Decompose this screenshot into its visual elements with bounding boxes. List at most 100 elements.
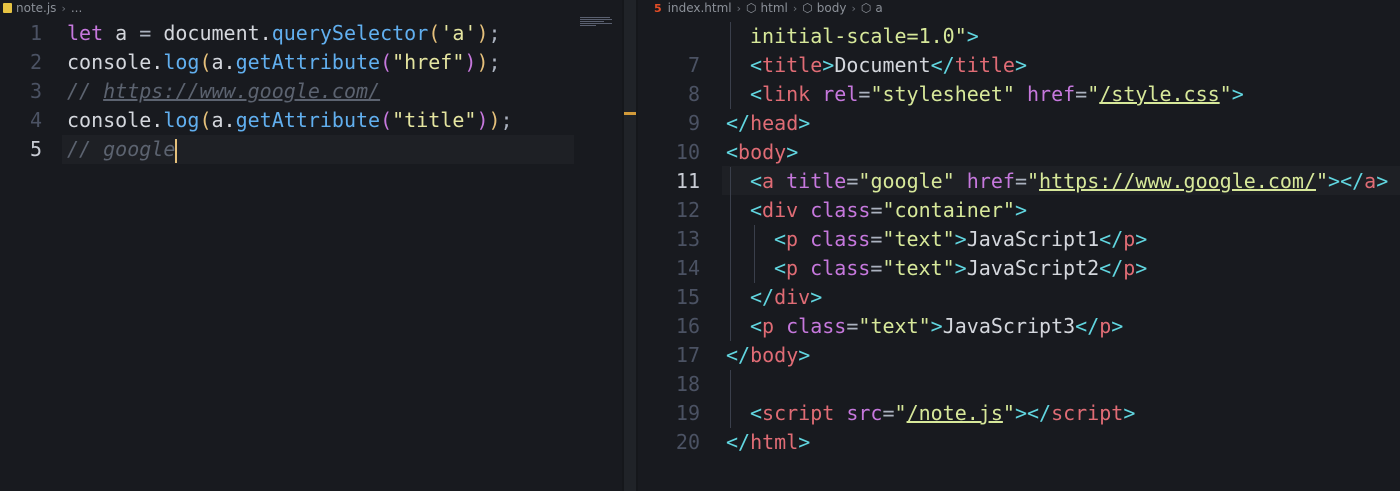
line-number: 5 <box>29 137 42 161</box>
code-token: ) <box>476 108 489 132</box>
code-token: "container" <box>882 198 1015 222</box>
left-editor-pane[interactable]: note.js › ... 1 let a = document.querySel… <box>0 0 622 491</box>
left-scrollbar[interactable] <box>624 0 636 491</box>
breadcrumb-file[interactable]: note.js <box>16 1 56 15</box>
indent-guide <box>730 167 731 341</box>
code-token: = <box>1014 169 1027 193</box>
chevron-right-icon: › <box>792 1 798 15</box>
code-text: <script src="/note.js"></script> <box>726 399 1135 428</box>
code-text: // https://www.google.com/ <box>67 77 380 106</box>
code-token: JavaScript1 <box>966 227 1100 251</box>
line-number: 8 <box>687 82 700 106</box>
code-token: " <box>1219 82 1232 106</box>
code-token: > <box>786 140 799 164</box>
code-token: </ <box>726 111 751 135</box>
code-token: > <box>1376 169 1389 193</box>
code-line[interactable]: 12 <div class="container"> <box>638 196 1400 225</box>
code-line[interactable]: 18 <box>638 370 1400 399</box>
line-number: 12 <box>675 198 700 222</box>
code-token: https://www.google.com/ <box>1039 169 1316 193</box>
html5-icon: 5 <box>654 1 662 15</box>
code-text: <a title="google" href="https://www.goog… <box>726 167 1388 196</box>
code-text: let a = document.querySelector('a'); <box>67 19 501 48</box>
code-line[interactable]: 13 <p class="text">JavaScript1</p> <box>638 225 1400 254</box>
code-token: " <box>1027 169 1040 193</box>
code-line[interactable]: 14 <p class="text">JavaScript2</p> <box>638 254 1400 283</box>
code-line[interactable]: 5 // google <box>0 135 622 164</box>
code-line[interactable]: 1 let a = document.querySelector('a'); <box>0 19 622 48</box>
code-token: " <box>894 401 907 425</box>
code-token: console. <box>67 108 164 132</box>
code-text: <p class="text">JavaScript2</p> <box>726 254 1147 283</box>
code-line[interactable]: 17 </body> <box>638 341 1400 370</box>
code-token: p <box>1099 314 1112 338</box>
code-token: </ <box>930 53 955 77</box>
code-line[interactable]: 19 <script src="/note.js"></script> <box>638 399 1400 428</box>
right-editor-pane[interactable]: 5 index.html › ⬡ html › ⬡ body › ⬡ a ini… <box>638 0 1400 491</box>
code-token: p <box>1123 256 1136 280</box>
breadcrumb-html[interactable]: html <box>761 1 788 15</box>
code-token: // <box>67 79 104 103</box>
code-line[interactable]: initial-scale=1.0"> <box>638 22 1400 51</box>
breadcrumb-body[interactable]: body <box>817 1 847 15</box>
code-line[interactable]: 8 <link rel="stylesheet" href="/style.css… <box>638 80 1400 109</box>
code-token: class <box>810 227 871 251</box>
code-line[interactable]: 7 <title>Document</title> <box>638 51 1400 80</box>
code-token: script <box>1051 401 1124 425</box>
code-line[interactable]: 16 <p class="text">JavaScript3</p> <box>638 312 1400 341</box>
code-token: < <box>750 53 763 77</box>
line-number: 14 <box>675 256 700 280</box>
code-token: < <box>750 314 763 338</box>
code-token: </ <box>1075 314 1100 338</box>
code-token: > <box>1014 53 1027 77</box>
element-icon: ⬡ <box>860 1 872 15</box>
breadcrumb-a[interactable]: a <box>875 1 882 15</box>
code-token: class <box>786 314 847 338</box>
code-token: = <box>846 169 859 193</box>
code-token: script <box>762 401 847 425</box>
code-token: = <box>846 314 859 338</box>
code-token: > <box>1231 82 1244 106</box>
code-token: /note.js <box>906 401 1003 425</box>
code-line[interactable]: 2 console.log(a.getAttribute("href")); <box>0 48 622 77</box>
code-token: "title" <box>392 108 477 132</box>
code-line[interactable]: 4 console.log(a.getAttribute("title")); <box>0 106 622 135</box>
code-token: href <box>1026 82 1076 106</box>
line-number: 9 <box>687 111 700 135</box>
indent-guide <box>730 22 731 109</box>
line-number: 11 <box>675 169 700 193</box>
code-line[interactable]: 9 </head> <box>638 109 1400 138</box>
code-token: document. <box>163 21 272 45</box>
breadcrumb-more[interactable]: ... <box>71 1 82 15</box>
breadcrumb-file[interactable]: index.html <box>668 1 732 15</box>
code-line[interactable]: 20 </html> <box>638 428 1400 457</box>
code-token: " <box>1002 401 1015 425</box>
line-number: 13 <box>675 227 700 251</box>
line-number: 3 <box>29 79 42 103</box>
code-token: a. <box>211 108 236 132</box>
code-token: > <box>966 24 979 48</box>
code-line[interactable]: 11 <a title="google" href="https://www.go… <box>638 167 1400 196</box>
code-token: class <box>810 198 871 222</box>
code-line[interactable]: 10 <body> <box>638 138 1400 167</box>
code-token: = <box>870 198 883 222</box>
code-token: body <box>738 140 787 164</box>
code-token: "google" <box>858 169 967 193</box>
code-text: <body> <box>726 138 798 167</box>
code-token: > <box>798 111 811 135</box>
code-token: a <box>762 169 787 193</box>
chevron-right-icon: › <box>851 1 856 15</box>
chevron-right-icon: › <box>736 1 742 15</box>
code-token: ( <box>380 50 393 74</box>
code-token: div <box>762 198 811 222</box>
code-text: <p class="text">JavaScript1</p> <box>726 225 1147 254</box>
code-line[interactable]: 3 // https://www.google.com/ <box>0 77 622 106</box>
code-token: ) <box>476 21 489 45</box>
code-line[interactable]: 15 </div> <box>638 283 1400 312</box>
code-token: > <box>798 430 811 454</box>
code-token: ( <box>380 108 393 132</box>
code-token: < <box>774 256 787 280</box>
code-token: ) <box>488 108 501 132</box>
minimap[interactable] <box>580 17 620 29</box>
code-token: p <box>786 227 811 251</box>
